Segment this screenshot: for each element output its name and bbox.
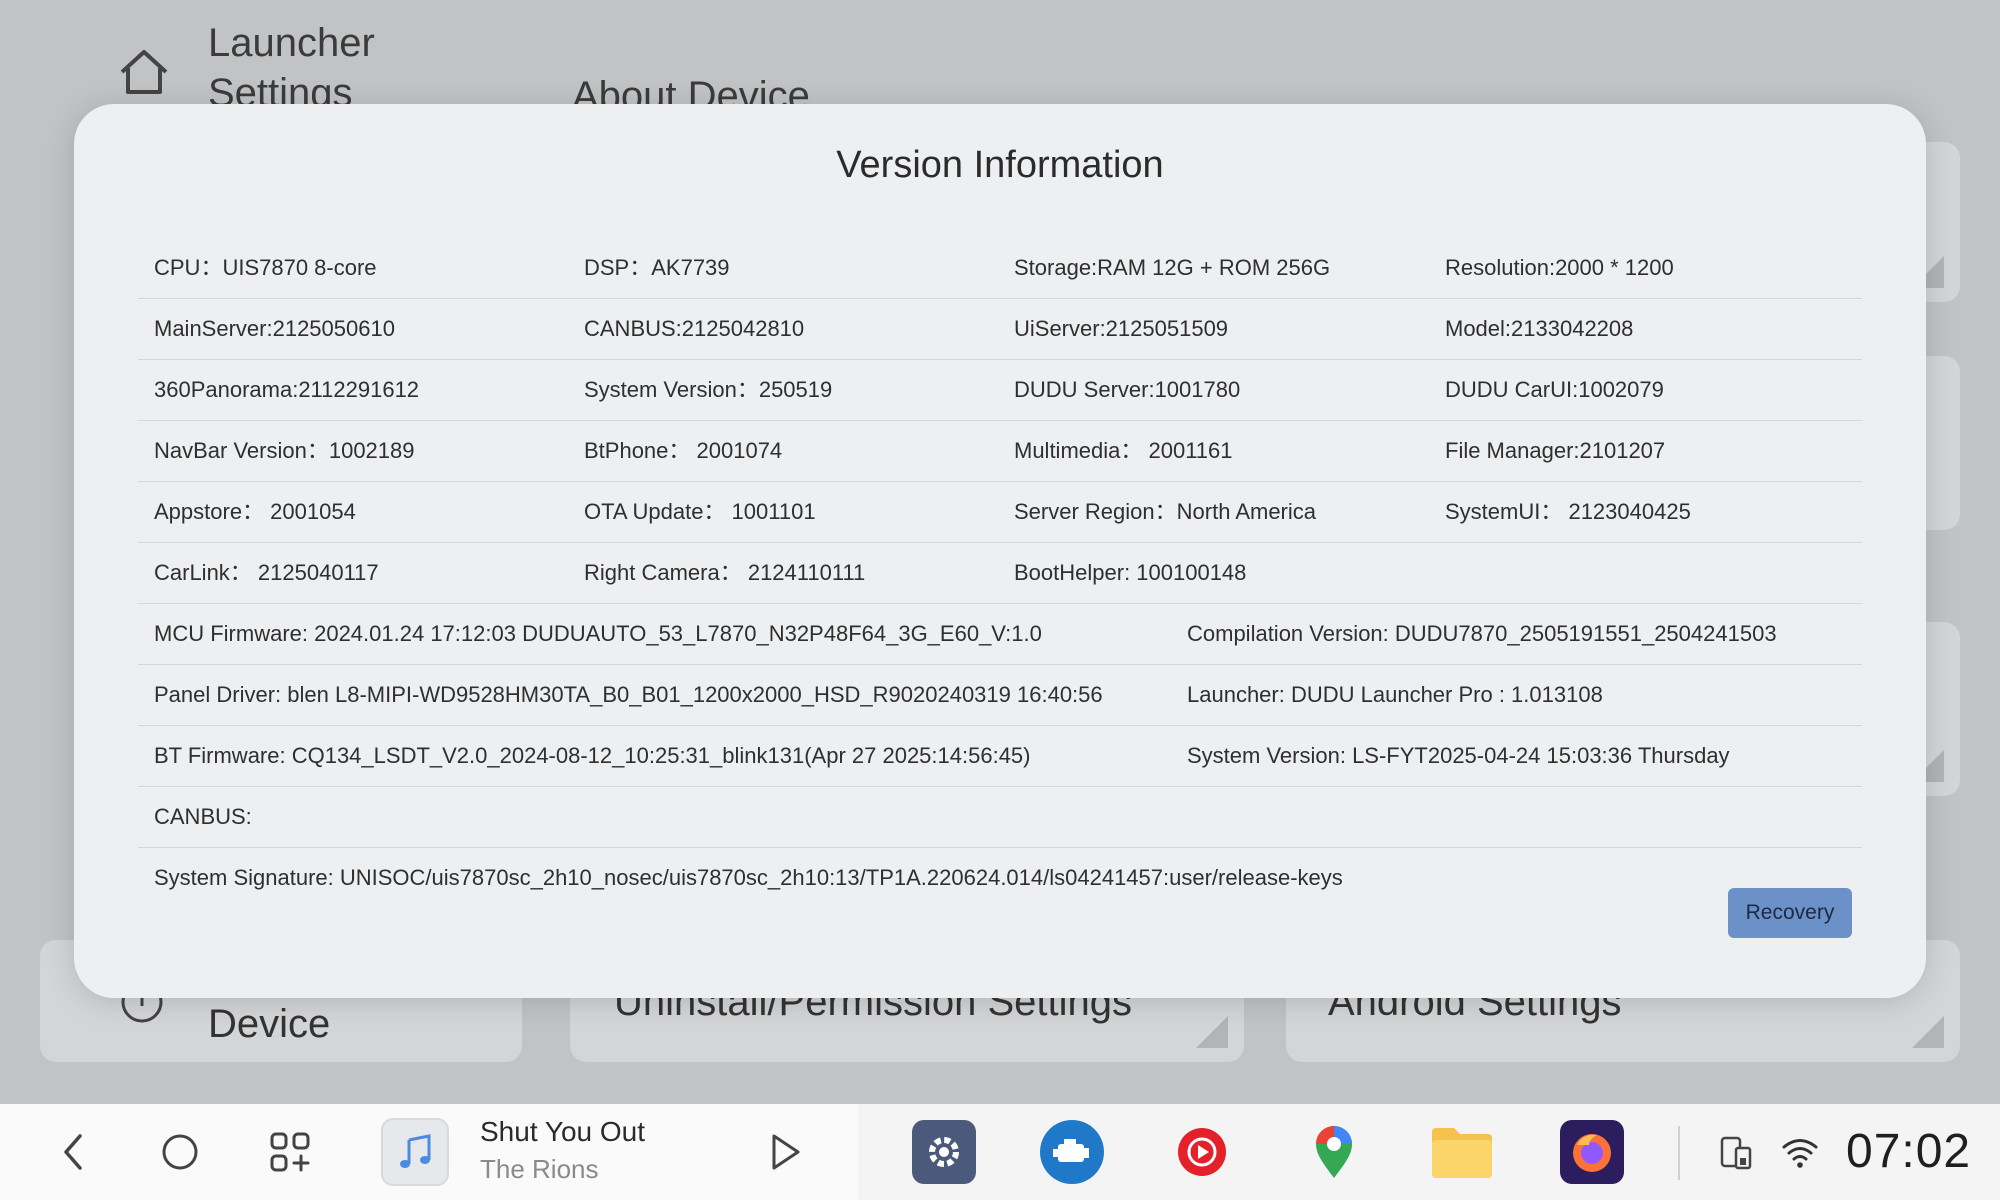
table-row: System Signature: UNISOC/uis7870sc_2h10_… — [138, 848, 1862, 908]
table-row: CarLink： 2125040117 Right Camera： 212411… — [138, 543, 1862, 604]
app-grid-icon[interactable] — [268, 1130, 312, 1174]
info-right-camera: Right Camera： 2124110111 — [584, 560, 866, 585]
info-cpu: CPU：UIS7870 8-core — [154, 255, 377, 280]
music-note-icon — [400, 1134, 431, 1168]
table-row: BT Firmware: CQ134_LSDT_V2.0_2024-08-12_… — [138, 726, 1862, 787]
table-row: Appstore： 2001054 OTA Update： 1001101 Se… — [138, 482, 1862, 543]
info-navbar-version: NavBar Version：1002189 — [154, 438, 415, 463]
info-mcu-firmware: MCU Firmware: 2024.01.24 17:12:03 DUDUAU… — [154, 621, 1042, 646]
car-engine-app-icon[interactable] — [1040, 1120, 1104, 1184]
table-row: 360Panorama:2112291612 System Version：25… — [138, 360, 1862, 421]
info-btphone: BtPhone： 2001074 — [584, 438, 783, 463]
home-icon[interactable] — [116, 44, 172, 100]
info-system-version: System Version：250519 — [584, 377, 833, 402]
info-model: Model:2133042208 — [1445, 316, 1634, 341]
table-row: MainServer:2125050610 CANBUS:2125042810 … — [138, 299, 1862, 360]
dialog-title: Version Information — [836, 144, 1164, 186]
info-dudu-server: DUDU Server:1001780 — [1014, 377, 1241, 402]
info-compilation-version: Compilation Version: DUDU7870_2505191551… — [1187, 621, 1777, 646]
wifi-icon[interactable] — [1780, 1132, 1820, 1172]
info-file-manager: File Manager:2101207 — [1445, 438, 1666, 463]
info-launcher: Launcher: DUDU Launcher Pro : 1.013108 — [1187, 682, 1603, 707]
info-panel-driver: Panel Driver: blen L8-MIPI-WD9528HM30TA_… — [154, 682, 1103, 707]
info-uiserver: UiServer:2125051509 — [1014, 316, 1229, 341]
play-icon[interactable] — [762, 1130, 806, 1174]
table-row: CPU：UIS7870 8-core DSP：AK7739 Storage:RA… — [138, 238, 1862, 299]
version-information-dialog: Version Information CPU：UIS7870 8-core D… — [74, 104, 1926, 998]
firefox-app-icon[interactable] — [1560, 1120, 1624, 1184]
background-header: Launcher Settings About Device — [0, 0, 2000, 118]
version-table: CPU：UIS7870 8-core DSP：AK7739 Storage:RA… — [138, 238, 1862, 908]
table-row: NavBar Version：1002189 BtPhone： 2001074 … — [138, 421, 1862, 482]
song-artist: The Rions — [480, 1154, 599, 1184]
map-pin-icon — [1316, 1126, 1352, 1178]
info-system-version-full: System Version: LS-FYT2025-04-24 15:03:3… — [1187, 743, 1730, 768]
table-row: MCU Firmware: 2024.01.24 17:12:03 DUDUAU… — [138, 604, 1862, 665]
folder-icon — [1432, 1128, 1492, 1178]
info-appstore: Appstore： 2001054 — [154, 499, 356, 524]
info-dudu-carui: DUDU CarUI:1002079 — [1445, 377, 1664, 402]
clock: 07:02 — [1846, 1125, 1972, 1178]
youtube-music-app-icon[interactable] — [1170, 1120, 1234, 1184]
table-row: Panel Driver: blen L8-MIPI-WD9528HM30TA_… — [138, 665, 1862, 726]
info-server-region: Server Region：North America — [1014, 499, 1317, 524]
taskbar-divider — [1678, 1126, 1680, 1180]
firefox-icon — [1573, 1134, 1611, 1172]
info-storage: Storage:RAM 12G + ROM 256G — [1014, 255, 1331, 280]
info-system-signature: System Signature: UNISOC/uis7870sc_2h10_… — [154, 865, 1343, 890]
phone-battery-icon[interactable] — [1716, 1132, 1756, 1172]
table-row: CANBUS: — [138, 787, 1862, 848]
info-systemui: SystemUI： 2123040425 — [1445, 499, 1691, 524]
home-circle-icon[interactable] — [158, 1130, 202, 1174]
youtube-music-icon — [1178, 1128, 1226, 1176]
song-title[interactable]: Shut You Out — [480, 1116, 645, 1148]
back-icon[interactable] — [52, 1130, 96, 1174]
settings-app-icon[interactable] — [912, 1120, 976, 1184]
info-dsp: DSP：AK7739 — [584, 255, 730, 280]
recovery-button[interactable]: Recovery — [1728, 888, 1852, 938]
device-card-label: Device — [208, 1002, 331, 1046]
info-canbus-version: CANBUS:2125042810 — [584, 316, 805, 341]
engine-icon — [1053, 1139, 1089, 1162]
gear-icon — [929, 1137, 959, 1167]
info-bt-firmware: BT Firmware: CQ134_LSDT_V2.0_2024-08-12_… — [154, 743, 1031, 768]
maps-app-icon[interactable] — [1302, 1120, 1366, 1184]
info-boothelper: BootHelper: 100100148 — [1014, 560, 1247, 585]
info-ota-update: OTA Update： 1001101 — [584, 499, 816, 524]
launcher-settings-title: Launcher Settings — [208, 21, 375, 115]
files-app-icon[interactable] — [1430, 1120, 1494, 1184]
info-mainserver: MainServer:2125050610 — [154, 316, 395, 341]
taskbar: Shut You Out The Rions 07:02 — [0, 1104, 2000, 1200]
info-resolution: Resolution:2000 * 1200 — [1445, 255, 1674, 280]
info-canbus: CANBUS: — [154, 804, 252, 829]
info-multimedia: Multimedia： 2001161 — [1014, 438, 1233, 463]
info-carlink: CarLink： 2125040117 — [154, 560, 379, 585]
album-art[interactable] — [381, 1118, 449, 1186]
info-360panorama: 360Panorama:2112291612 — [154, 377, 420, 402]
